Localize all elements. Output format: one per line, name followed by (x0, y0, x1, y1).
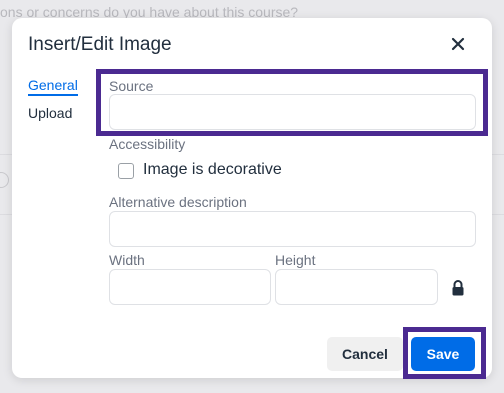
save-button[interactable]: Save (411, 337, 475, 371)
height-label: Height (275, 252, 316, 268)
background-radio-icon (0, 172, 9, 188)
decorative-checkbox[interactable] (118, 163, 134, 179)
lock-icon[interactable] (451, 279, 465, 297)
tab-upload[interactable]: Upload (28, 105, 72, 121)
alt-description-input[interactable] (109, 211, 476, 247)
close-icon (451, 37, 465, 51)
source-label: Source (109, 78, 154, 94)
width-input[interactable] (109, 269, 271, 305)
decorative-label: Image is decorative (143, 161, 282, 178)
close-button[interactable] (446, 32, 470, 56)
height-input[interactable] (275, 269, 438, 305)
tab-general[interactable]: General (28, 77, 78, 96)
alt-description-label: Alternative description (109, 194, 247, 210)
insert-edit-image-dialog: Insert/Edit Image General Upload Source … (12, 18, 492, 378)
dialog-title: Insert/Edit Image (28, 34, 172, 55)
accessibility-label: Accessibility (109, 136, 186, 152)
width-label: Width (109, 252, 145, 268)
source-input[interactable] (109, 94, 476, 130)
cancel-button[interactable]: Cancel (327, 337, 403, 371)
